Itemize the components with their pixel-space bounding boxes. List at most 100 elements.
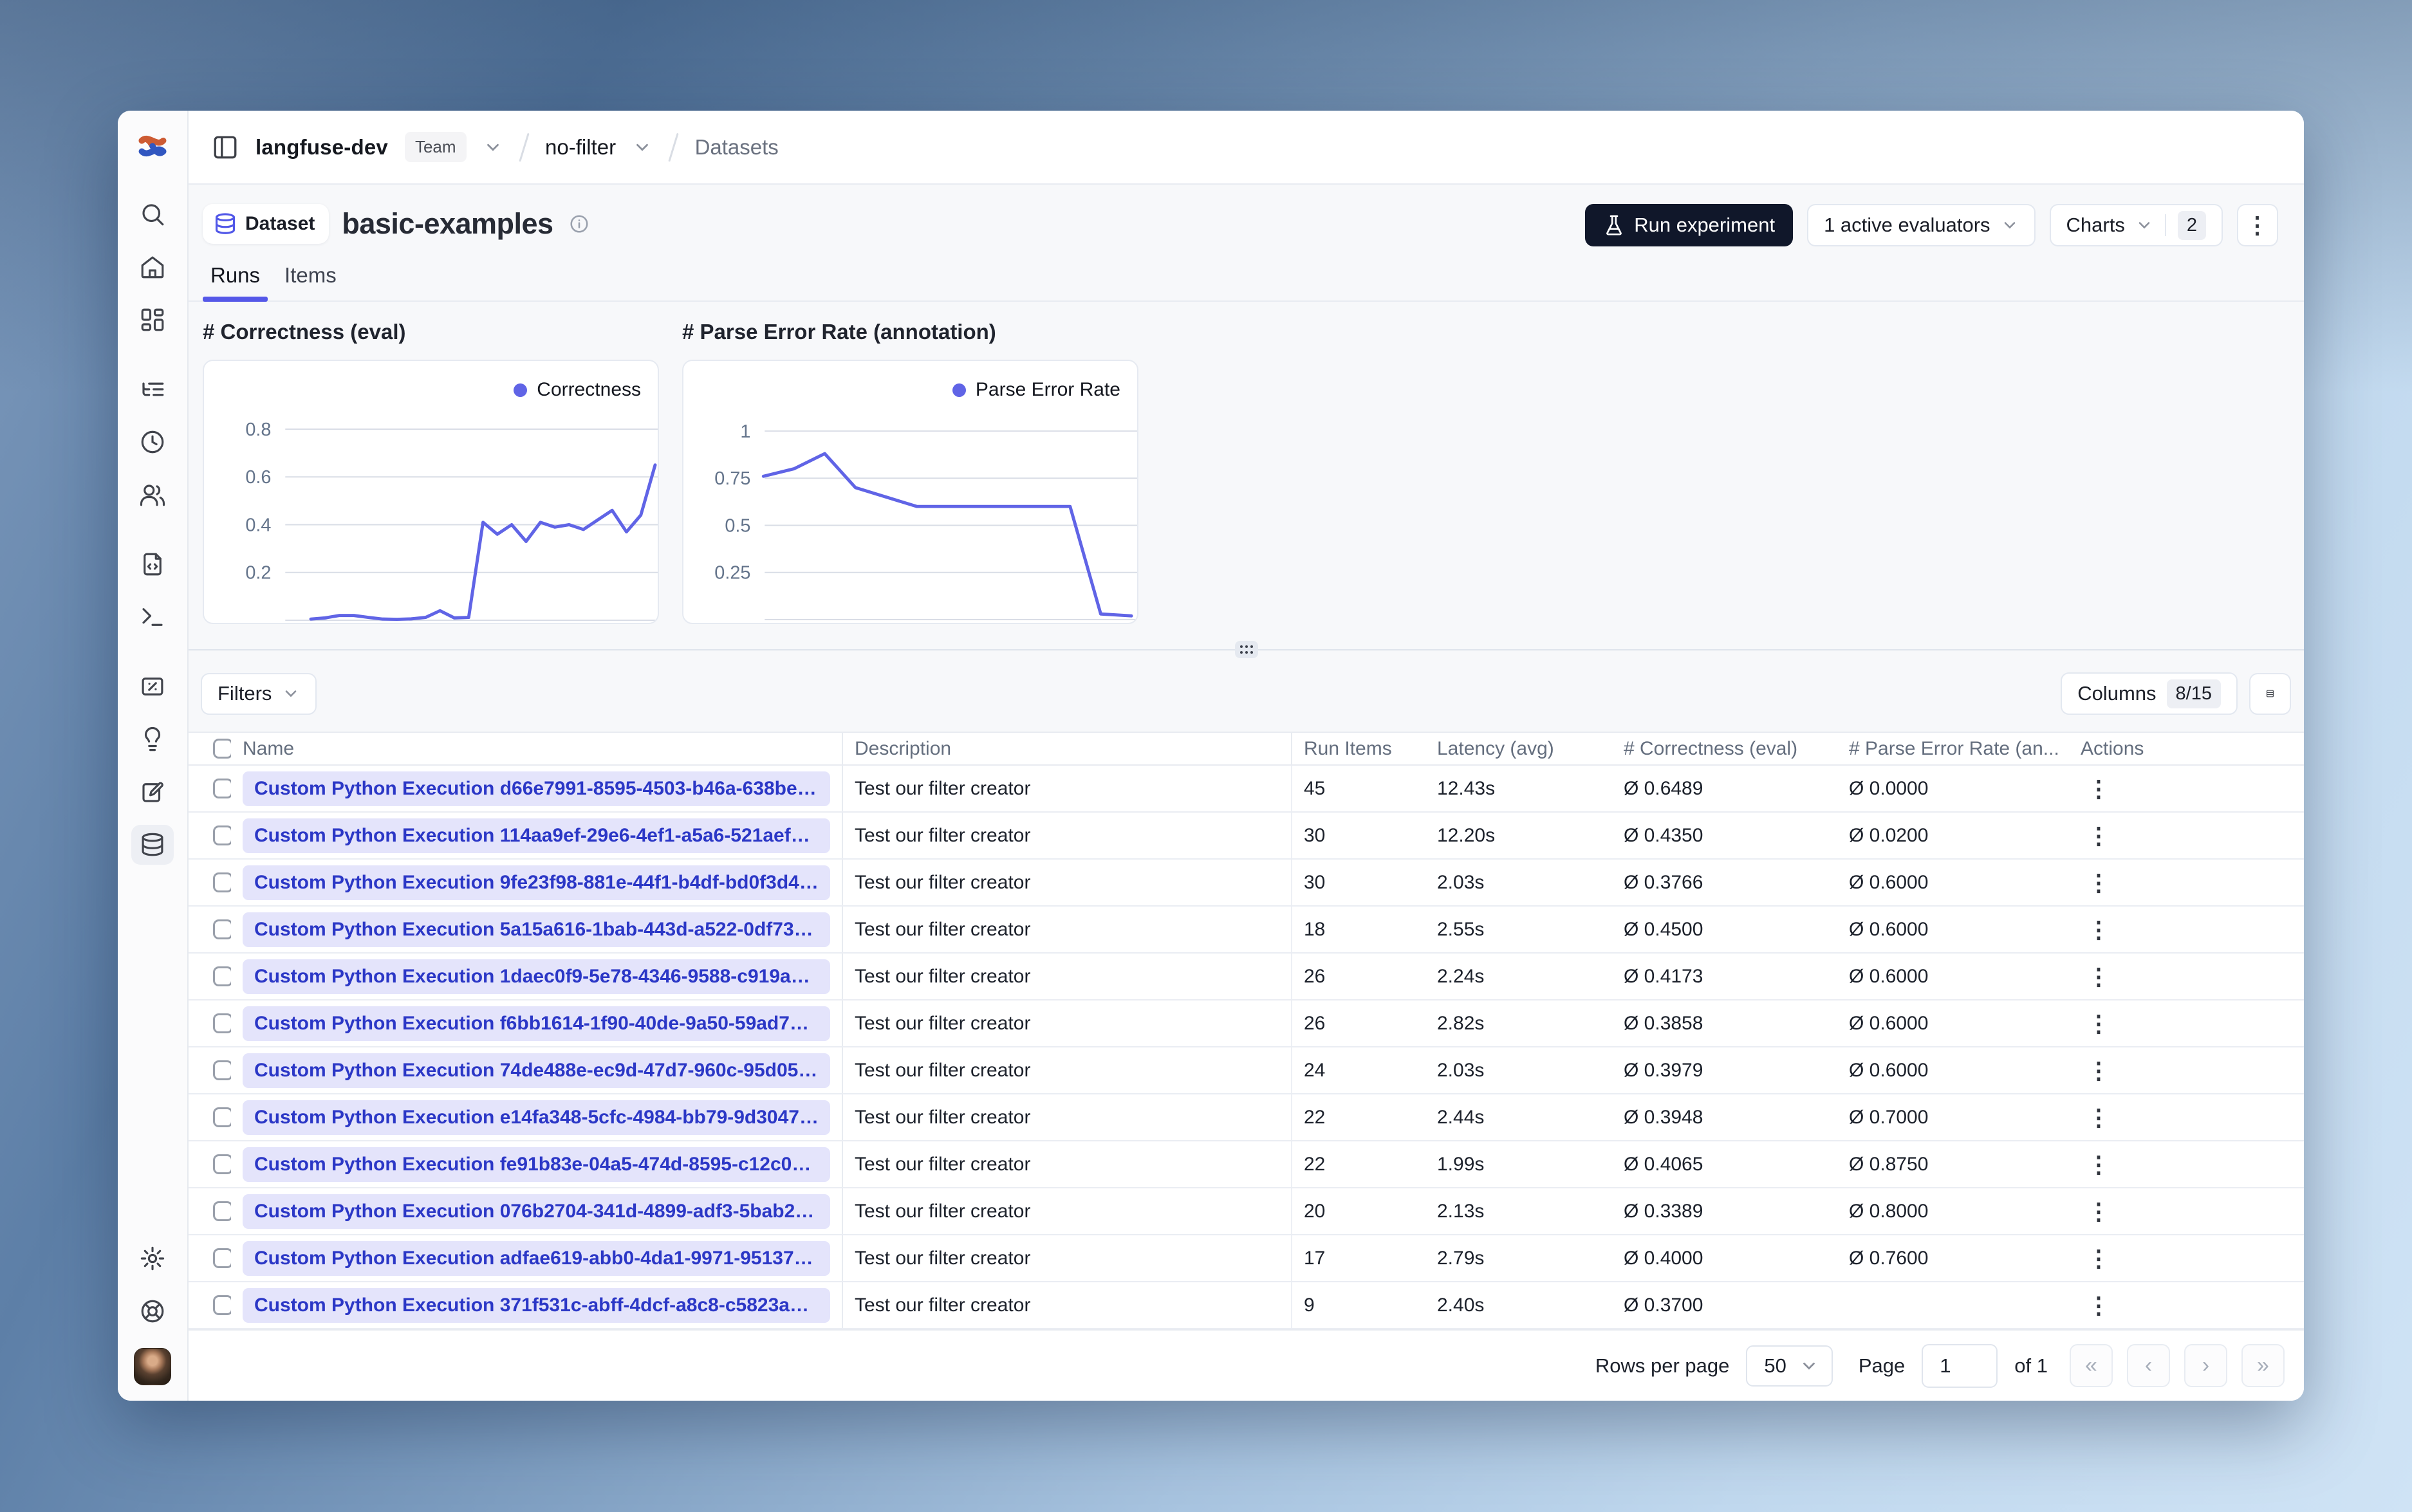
evaluators-dropdown[interactable]: 1 active evaluators [1807,204,2036,246]
row-height-button[interactable] [2249,672,2291,715]
run-name-link[interactable]: Custom Python Execution fe91b83e-04a5-47… [243,1147,830,1182]
prev-page-button[interactable]: ‹ [2127,1344,2170,1387]
column-header-description[interactable]: Description [843,733,1292,764]
row-actions-menu[interactable]: ⋮ [2069,1282,2304,1328]
run-items-value: 18 [1304,918,1326,940]
tab-items[interactable]: Items [277,263,344,300]
table-row[interactable]: Custom Python Execution 9fe23f98-881e-44… [189,860,2304,907]
evaluation-icon[interactable] [131,667,174,706]
row-checkbox[interactable] [213,966,231,986]
row-checkbox[interactable] [213,1201,231,1221]
row-checkbox[interactable] [213,919,231,939]
run-name-link[interactable]: Custom Python Execution d66e7991-8595-45… [243,771,830,806]
table-row[interactable]: Custom Python Execution e14fa348-5cfc-49… [189,1094,2304,1141]
table-row[interactable]: Custom Python Execution f6bb1614-1f90-40… [189,1000,2304,1047]
run-experiment-button[interactable]: Run experiment [1585,204,1794,246]
parse-error-value [1837,1282,2069,1328]
row-checkbox[interactable] [213,1013,231,1033]
table-row[interactable]: Custom Python Execution 371f531c-abff-4d… [189,1282,2304,1329]
run-name-link[interactable]: Custom Python Execution adfae619-abb0-4d… [243,1240,830,1276]
chart-title-parse-error: # Parse Error Rate (annotation) [682,320,996,344]
row-actions-menu[interactable]: ⋮ [2069,1235,2304,1281]
sessions-icon[interactable] [131,422,174,462]
row-checkbox[interactable] [213,1154,231,1174]
row-actions-menu[interactable]: ⋮ [2069,1141,2304,1187]
project-name[interactable]: no-filter [545,135,616,160]
row-actions-menu[interactable]: ⋮ [2069,766,2304,811]
run-name-link[interactable]: Custom Python Execution 5a15a616-1bab-44… [243,912,830,947]
info-icon[interactable] [569,214,589,234]
page-actions-menu[interactable]: ⋮ [2237,204,2278,246]
run-name-link[interactable]: Custom Python Execution 114aa9ef-29e6-4e… [243,818,830,853]
row-actions-menu[interactable]: ⋮ [2069,813,2304,858]
column-header-correctness[interactable]: # Correctness (eval) [1612,733,1837,764]
org-name[interactable]: langfuse-dev [255,135,388,160]
row-checkbox[interactable] [213,872,231,892]
row-checkbox[interactable] [213,825,231,845]
tab-runs[interactable]: Runs [203,263,268,302]
home-icon[interactable] [131,247,174,287]
run-name-link[interactable]: Custom Python Execution e14fa348-5cfc-49… [243,1100,830,1135]
run-name-link[interactable]: Custom Python Execution f6bb1614-1f90-40… [243,1006,830,1041]
dashboard-icon[interactable] [131,300,174,340]
row-checkbox[interactable] [213,1107,231,1127]
latency-value: 12.43s [1437,777,1496,799]
row-actions-menu[interactable]: ⋮ [2069,954,2304,999]
support-icon[interactable] [131,1291,174,1331]
first-page-button[interactable]: « [2070,1344,2113,1387]
charts-dropdown[interactable]: Charts 2 [2049,204,2223,246]
user-avatar[interactable] [134,1348,171,1385]
prompts-icon[interactable] [131,544,174,584]
column-header-latency[interactable]: Latency (avg) [1425,733,1612,764]
collapse-sidebar-icon[interactable] [212,134,239,161]
annotation-queues-icon[interactable] [131,772,174,812]
row-checkbox[interactable] [213,779,231,798]
database-icon [215,213,236,234]
select-all-checkbox[interactable] [213,739,231,759]
row-actions-menu[interactable]: ⋮ [2069,1000,2304,1046]
svg-text:0.8: 0.8 [245,419,271,440]
search-icon[interactable] [131,194,174,234]
breadcrumb-separator [518,133,529,161]
run-name-link[interactable]: Custom Python Execution 076b2704-341d-48… [243,1194,830,1229]
table-row[interactable]: Custom Python Execution d66e7991-8595-45… [189,766,2304,813]
users-icon[interactable] [131,475,174,515]
column-header-name[interactable]: Name [231,733,843,764]
table-row[interactable]: Custom Python Execution 5a15a616-1bab-44… [189,907,2304,954]
run-name-link[interactable]: Custom Python Execution 74de488e-ec9d-47… [243,1053,830,1088]
row-actions-menu[interactable]: ⋮ [2069,860,2304,905]
table-row[interactable]: Custom Python Execution fe91b83e-04a5-47… [189,1141,2304,1188]
resize-drag-handle[interactable] [1234,641,1258,658]
rows-per-page-select[interactable]: 50 [1746,1345,1833,1387]
settings-icon[interactable] [131,1239,174,1278]
insights-icon[interactable] [131,719,174,759]
playground-icon[interactable] [131,597,174,637]
run-name-link[interactable]: Custom Python Execution 1daec0f9-5e78-43… [243,959,830,994]
table-row[interactable]: Custom Python Execution 076b2704-341d-48… [189,1188,2304,1235]
breadcrumb-section[interactable]: Datasets [695,135,779,160]
row-checkbox[interactable] [213,1248,231,1268]
row-checkbox[interactable] [213,1060,231,1080]
columns-button[interactable]: Columns 8/15 [2061,672,2238,715]
row-actions-menu[interactable]: ⋮ [2069,1188,2304,1234]
row-actions-menu[interactable]: ⋮ [2069,1094,2304,1140]
project-switcher-chevron-icon[interactable] [633,138,652,157]
row-checkbox[interactable] [213,1295,231,1315]
column-header-parse-error[interactable]: # Parse Error Rate (an... [1837,733,2069,764]
table-row[interactable]: Custom Python Execution 74de488e-ec9d-47… [189,1047,2304,1094]
filters-button[interactable]: Filters [201,672,317,715]
next-page-button[interactable]: › [2184,1344,2227,1387]
last-page-button[interactable]: » [2241,1344,2285,1387]
row-actions-menu[interactable]: ⋮ [2069,907,2304,952]
table-row[interactable]: Custom Python Execution 114aa9ef-29e6-4e… [189,813,2304,860]
page-number-input[interactable]: 1 [1922,1343,1998,1388]
datasets-icon[interactable] [131,825,174,865]
tracing-icon[interactable] [131,369,174,409]
run-name-link[interactable]: Custom Python Execution 9fe23f98-881e-44… [243,865,830,900]
column-header-run-items[interactable]: Run Items [1292,733,1425,764]
table-row[interactable]: Custom Python Execution 1daec0f9-5e78-43… [189,954,2304,1000]
run-name-link[interactable]: Custom Python Execution 371f531c-abff-4d… [243,1287,830,1323]
org-switcher-chevron-icon[interactable] [483,138,503,157]
row-actions-menu[interactable]: ⋮ [2069,1047,2304,1093]
table-row[interactable]: Custom Python Execution adfae619-abb0-4d… [189,1235,2304,1282]
